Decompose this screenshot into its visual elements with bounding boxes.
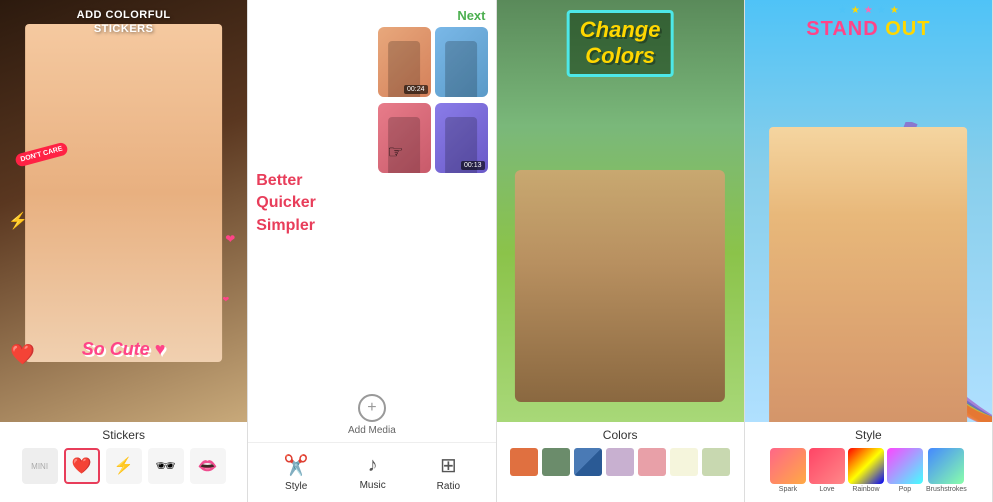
rainbow-swatch-img [848,448,884,484]
color-swatch-1[interactable] [542,448,570,476]
next-button[interactable]: Next [457,8,485,23]
star-4: ★ [877,5,886,16]
music-icon: ♪ [368,454,378,477]
pop-label: Pop [899,486,911,493]
love-label: Love [819,486,834,493]
pop-swatch-img [887,448,923,484]
star-5: ★ [890,5,899,16]
spark-label: Spark [779,486,797,493]
cursor-icon: ☞ [388,142,404,163]
edit-left-col: Better Quicker Simpler [256,27,371,388]
colors-screen: Change Colors [497,0,744,422]
music-label: Music [360,480,386,491]
star-1: ★ [838,5,847,16]
ratio-label: Ratio [437,481,460,492]
star-3: ★ [864,5,873,16]
sticker-lips-thumb[interactable]: 👄 [190,448,226,484]
tagline-line-2: Quicker [256,192,371,214]
tagline-line-3: Simpler [256,215,371,237]
style-swatch-love[interactable]: Love [809,448,845,493]
edit-thumb-row-bottom: ☞ 00:13 [378,103,488,173]
color-swatch-0[interactable] [510,448,538,476]
spark-swatch-img [770,448,806,484]
star-2: ★ [851,5,860,16]
stickers-screen: ADD COLORFUL STICKERS DON'T CARE ⚡ ❤️ ❤ … [0,0,247,422]
stickers-title: ADD COLORFUL STICKERS [0,8,247,37]
style-swatch-rainbow[interactable]: Rainbow [848,448,884,493]
stickers-tab-label: Stickers [4,428,243,442]
edit-right-col: 00:24 ☞ 00:13 [378,27,488,388]
edit-toolbar: ✂️ Style ♪ Music ⊞ Ratio [248,442,495,502]
sticker-sunglasses-thumb[interactable]: 🕶 [148,448,184,484]
heart-sticker-sm: ❤ [225,232,235,246]
style-person-photo [769,127,967,422]
style-label: Style [285,481,307,492]
stand-out-overlay: ★ ★ ★ ★ ★ STAND OUT [745,5,992,41]
color-swatch-2[interactable] [574,448,602,476]
thumb-1-duration: 00:24 [404,85,428,94]
sticker-lightning-thumb[interactable]: ⚡ [106,448,142,484]
style-title: STAND OUT [745,18,992,41]
edit-thumb-1[interactable]: 00:24 [378,27,431,97]
color-swatch-6[interactable] [702,448,730,476]
color-swatch-5[interactable] [670,448,698,476]
lightning-sticker: ⚡ [8,211,28,231]
brushstrokes-swatch-img [928,448,964,484]
sticker-heart-thumb[interactable]: ❤️ [64,448,100,484]
stickers-bottom: Stickers MINI ❤️ ⚡ 🕶 👄 [0,422,247,502]
colors-panel: Change Colors Colors [497,0,745,502]
style-icon: ✂️ [284,453,309,478]
colors-tab-label: Colors [501,428,740,442]
style-tab-label: Style [749,428,988,442]
edit-thumb-2[interactable] [435,27,488,97]
colors-swatches-row [501,448,740,476]
ratio-icon: ⊞ [440,453,457,478]
edit-thumb-4[interactable]: 00:13 [435,103,488,173]
colors-bottom: Colors [497,422,744,502]
toolbar-music[interactable]: ♪ Music [360,454,386,491]
thumb-2-silhouette [445,41,477,97]
edit-thumb-3[interactable]: ☞ [378,103,431,173]
stickers-person-photo [25,24,223,362]
stars-row: ★ ★ ★ ★ ★ [745,5,992,16]
stickers-row: MINI ❤️ ⚡ 🕶 👄 [4,448,243,484]
sticker-mini-label: MINI [22,448,58,484]
so-cute-sticker: So Cute ♥ [82,339,166,360]
stickers-panel: ADD COLORFUL STICKERS DON'T CARE ⚡ ❤️ ❤ … [0,0,248,502]
edit-content: Better Quicker Simpler 00:24 ☞ [248,27,495,388]
edit-tagline: Better Quicker Simpler [256,170,371,237]
colors-dog-photo [515,170,725,402]
add-media-label: Add Media [348,425,396,436]
add-media-icon: + [358,394,386,422]
style-panel: ★ ★ ★ ★ ★ STAND OUT Style Spark Love [745,0,993,502]
style-bottom: Style Spark Love Rainbow Pop Brushstroke… [745,422,992,502]
out-word: OUT [885,18,930,40]
edit-header: Next [248,0,495,27]
heart-sticker-sm2: ❤ [223,295,230,304]
style-swatch-pop[interactable]: Pop [887,448,923,493]
stand-word: STAND [806,18,878,40]
style-swatch-spark[interactable]: Spark [770,448,806,493]
heart-sticker-big: ❤️ [10,342,35,367]
colors-overlay-box: Change Colors [567,10,674,77]
color-swatch-3[interactable] [606,448,634,476]
edit-panel: Next Better Quicker Simpler 00:24 [248,0,496,502]
add-media-area[interactable]: + Add Media [248,388,495,442]
edit-thumb-row-top: 00:24 [378,27,488,97]
brushstrokes-label: Brushstrokes [926,486,967,493]
style-screen: ★ ★ ★ ★ ★ STAND OUT [745,0,992,422]
tagline-line-1: Better [256,170,371,192]
style-swatches-row: Spark Love Rainbow Pop Brushstrokes [749,448,988,493]
colors-title: Change Colors [580,17,661,70]
love-swatch-img [809,448,845,484]
color-swatch-4[interactable] [638,448,666,476]
thumb-4-duration: 00:13 [461,161,485,170]
toolbar-ratio[interactable]: ⊞ Ratio [437,453,460,492]
style-swatch-brushstrokes[interactable]: Brushstrokes [926,448,967,493]
toolbar-style[interactable]: ✂️ Style [284,453,309,492]
rainbow-label: Rainbow [852,486,879,493]
